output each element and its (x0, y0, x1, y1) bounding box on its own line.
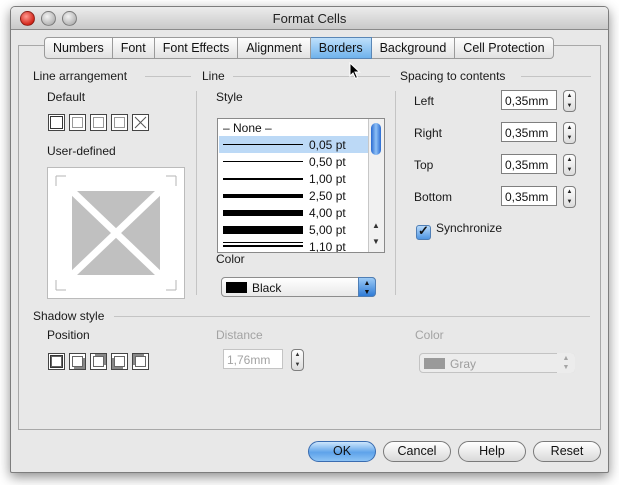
user-defined-border-preview[interactable] (47, 167, 185, 299)
tab-font[interactable]: Font (112, 37, 155, 59)
line-style-option[interactable]: 0,50 pt (219, 153, 368, 170)
line-style-option[interactable]: 1,10 pt (219, 238, 368, 252)
spin-arrows-icon[interactable]: ▲ ▼ (291, 349, 304, 371)
tab-alignment[interactable]: Alignment (238, 37, 311, 59)
line-sample (223, 226, 303, 234)
section-divider (114, 316, 590, 317)
line-sample (223, 210, 303, 216)
preset-no-border[interactable] (69, 114, 86, 131)
preset-outer-and-all[interactable] (111, 114, 128, 131)
format-cells-dialog: Format Cells Numbers Font Font Effects A… (10, 6, 609, 473)
line-style-list[interactable]: – None – 0,05 pt 0,50 pt 1,00 pt 2,50 pt… (217, 118, 385, 253)
shadow-position-label: Position (47, 328, 90, 342)
shadow-style-heading: Shadow style (33, 309, 105, 323)
line-style-option[interactable]: 4,00 pt (219, 204, 368, 221)
color-swatch (226, 282, 247, 293)
line-heading: Line (202, 69, 225, 83)
preset-outer-border[interactable] (48, 114, 65, 131)
user-defined-label: User-defined (47, 144, 116, 158)
preset-diagonal-border[interactable] (132, 114, 149, 131)
line-sample (223, 178, 303, 180)
spacing-left-input[interactable]: 0,35mm (501, 90, 557, 110)
tab-font-effects[interactable]: Font Effects (154, 37, 239, 59)
section-divider (145, 76, 191, 77)
shadow-color-label: Color (415, 328, 444, 342)
line-color-value: Black (252, 281, 282, 295)
spacing-left-label: Left (414, 94, 435, 108)
shadow-none-option[interactable] (48, 353, 65, 370)
section-divider (395, 91, 396, 295)
checkmark-icon: ✓ (418, 223, 429, 238)
line-color-select[interactable]: Black ▲ ▼ (221, 277, 376, 297)
diagonal-cross-icon (134, 116, 147, 129)
color-swatch (424, 358, 445, 369)
mouse-pointer-icon (349, 62, 361, 80)
line-style-scrollbar[interactable]: ▲ ▼ (368, 119, 384, 252)
tab-borders[interactable]: Borders (310, 37, 372, 59)
section-divider (196, 91, 197, 295)
spacing-top-label: Top (414, 158, 434, 172)
scrollbar-thumb[interactable] (371, 123, 381, 155)
tab-background[interactable]: Background (371, 37, 456, 59)
select-arrows-icon: ▲ ▼ (557, 353, 575, 373)
tab-numbers[interactable]: Numbers (44, 37, 113, 59)
line-arrangement-heading: Line arrangement (33, 69, 128, 83)
shadow-distance-label: Distance (216, 328, 263, 342)
line-style-option[interactable]: 0,05 pt (219, 136, 368, 153)
window-title: Format Cells (272, 11, 347, 26)
line-sample (223, 245, 303, 247)
spacing-right-input[interactable]: 0,35mm (501, 122, 557, 142)
line-style-option[interactable]: 5,00 pt (219, 221, 368, 238)
line-sample (223, 144, 303, 145)
section-divider (233, 76, 390, 77)
help-button[interactable]: Help (458, 441, 526, 462)
synchronize-label[interactable]: Synchronize (436, 221, 502, 235)
spacing-right-label: Right (414, 126, 443, 140)
shadow-distance-input[interactable]: 1,76mm (223, 349, 283, 369)
line-sample (223, 194, 303, 198)
spacing-heading: Spacing to contents (400, 69, 506, 83)
scroll-down-arrow-icon[interactable]: ▼ (372, 237, 380, 246)
synchronize-checkbox[interactable]: ✓ (416, 223, 431, 240)
select-arrows-icon: ▲ ▼ (358, 277, 376, 297)
shadow-color-value: Gray (450, 357, 477, 371)
cancel-button[interactable]: Cancel (383, 441, 451, 462)
default-label: Default (47, 90, 86, 104)
tab-cell-protection[interactable]: Cell Protection (455, 37, 554, 59)
spin-arrows-icon[interactable]: ▲ ▼ (563, 154, 576, 176)
spacing-top-input[interactable]: 0,35mm (501, 154, 557, 174)
spacing-bottom-input[interactable]: 0,35mm (501, 186, 557, 206)
preset-outer-and-horizontal[interactable] (90, 114, 107, 131)
border-preview-diagram (55, 175, 177, 291)
line-style-option[interactable]: – None – (219, 119, 368, 136)
title-bar[interactable]: Format Cells (11, 7, 608, 30)
shadow-top-left-option[interactable] (132, 353, 149, 370)
spacing-bottom-label: Bottom (414, 190, 453, 204)
spin-arrows-icon[interactable]: ▲ ▼ (563, 186, 576, 208)
line-style-option[interactable]: 1,00 pt (219, 170, 368, 187)
tab-bar: Numbers Font Font Effects Alignment Bord… (44, 37, 554, 59)
line-sample (223, 242, 303, 243)
section-divider (521, 76, 591, 77)
line-sample (223, 161, 303, 162)
shadow-bottom-right-option[interactable] (69, 353, 86, 370)
shadow-color-select[interactable]: Gray ▲ ▼ (419, 353, 575, 373)
spin-arrows-icon[interactable]: ▲ ▼ (563, 90, 576, 112)
scroll-up-arrow-icon[interactable]: ▲ (372, 221, 380, 230)
line-style-option[interactable]: 2,50 pt (219, 187, 368, 204)
style-label: Style (216, 90, 243, 104)
ok-button[interactable]: OK (308, 441, 376, 462)
line-color-label: Color (216, 252, 245, 266)
shadow-bottom-left-option[interactable] (111, 353, 128, 370)
shadow-top-right-option[interactable] (90, 353, 107, 370)
reset-button[interactable]: Reset (533, 441, 601, 462)
spin-arrows-icon[interactable]: ▲ ▼ (563, 122, 576, 144)
